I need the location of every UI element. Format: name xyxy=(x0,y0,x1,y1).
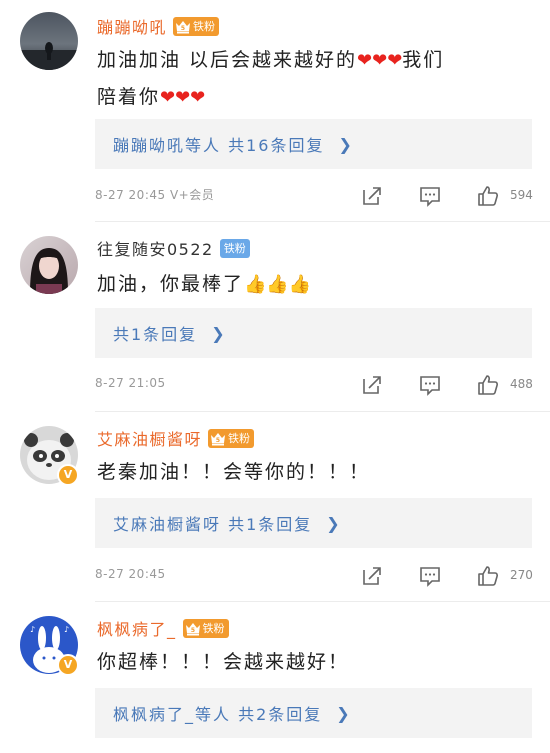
comment-text: 加油加油 以后会越来越好的❤❤❤我们 陪着你❤❤❤ xyxy=(97,42,517,116)
like-icon[interactable] xyxy=(476,373,500,397)
heart-emoji: ❤❤❤ xyxy=(357,50,403,71)
fan-badge: 5 铁粉 xyxy=(173,16,220,36)
share-icon[interactable] xyxy=(360,184,384,208)
like-icon[interactable] xyxy=(476,184,500,208)
replies-label: 蹦蹦呦吼等人 共16条回复 xyxy=(113,136,325,155)
svg-text:5: 5 xyxy=(216,437,220,444)
replies-label: 共1条回复 xyxy=(113,325,198,344)
thumbs-up-emoji: 👍👍👍 xyxy=(244,274,312,295)
like-count: 594 xyxy=(510,188,533,202)
username[interactable]: 往复随安0522 xyxy=(97,236,214,260)
comment-meta: 8-27 21:05 xyxy=(95,376,166,390)
comment-header: 枫枫病了_ 5 铁粉 xyxy=(97,614,229,642)
comment-text: 加油，你最棒了👍👍👍 xyxy=(97,266,517,303)
like-icon[interactable] xyxy=(476,564,500,588)
replies-label: 枫枫病了_等人 共2条回复 xyxy=(113,705,323,724)
comment-text: 老秦加油！！会等你的！！！ xyxy=(97,461,371,483)
like-count: 270 xyxy=(510,568,533,582)
comment-meta: 8-27 20:45 V+会员 xyxy=(95,188,215,202)
replies-link[interactable]: 蹦蹦呦吼等人 共16条回复 ❯ xyxy=(95,119,532,169)
divider xyxy=(95,601,550,602)
comment-header: 艾麻油橱酱呀 5 铁粉 xyxy=(97,424,255,452)
comment-text-part: 加油，你最棒了 xyxy=(97,273,245,295)
comment-actions: 594 xyxy=(360,184,540,208)
fan-badge: 5 铁粉 xyxy=(208,428,255,448)
comment-text-part: 我们 xyxy=(402,49,445,71)
comment-icon[interactable] xyxy=(418,564,442,588)
svg-text:5: 5 xyxy=(190,627,194,634)
chevron-right-icon: ❯ xyxy=(211,323,227,343)
crown-icon: 5 xyxy=(176,20,191,33)
username[interactable]: 枫枫病了_ xyxy=(97,616,177,640)
chevron-right-icon: ❯ xyxy=(326,513,342,533)
avatar[interactable] xyxy=(20,12,78,70)
svg-text:♪: ♪ xyxy=(64,625,69,634)
comment-text-part: 加油加油 以后会越来越好的 xyxy=(97,49,358,71)
replies-link[interactable]: 枫枫病了_等人 共2条回复 ❯ xyxy=(95,688,532,738)
fan-badge: 铁粉 xyxy=(219,238,250,258)
comment-text: 你超棒！！！会越来越好！ xyxy=(97,651,350,673)
replies-link[interactable]: 艾麻油橱酱呀 共1条回复 ❯ xyxy=(95,498,532,548)
verified-v-icon: V xyxy=(57,654,79,676)
replies-label: 艾麻油橱酱呀 共1条回复 xyxy=(113,515,313,534)
fan-badge: 5 铁粉 xyxy=(182,618,229,638)
fan-badge-label: 铁粉 xyxy=(202,622,225,635)
username[interactable]: 艾麻油橱酱呀 xyxy=(97,426,202,450)
avatar[interactable] xyxy=(20,236,78,294)
crown-icon: 5 xyxy=(211,432,226,445)
comment-text-part: 陪着你 xyxy=(97,86,161,108)
avatar-image xyxy=(30,248,68,294)
svg-text:♪: ♪ xyxy=(30,625,35,634)
share-icon[interactable] xyxy=(360,564,384,588)
crown-icon: 5 xyxy=(185,622,200,635)
fan-badge-label: 铁粉 xyxy=(193,20,216,33)
comment-icon[interactable] xyxy=(418,373,442,397)
divider xyxy=(95,221,550,222)
heart-emoji: ❤❤❤ xyxy=(160,87,206,108)
avatar-image xyxy=(20,42,78,70)
divider xyxy=(95,411,550,412)
fan-badge-label: 铁粉 xyxy=(223,242,246,255)
comment-actions: 488 xyxy=(360,373,540,397)
comment-meta: 8-27 20:45 xyxy=(95,567,166,581)
username[interactable]: 蹦蹦呦吼 xyxy=(97,14,167,38)
comment-actions: 270 xyxy=(360,564,540,588)
comment-header: 往复随安0522 铁粉 xyxy=(97,234,250,262)
like-count: 488 xyxy=(510,377,533,391)
comment-icon[interactable] xyxy=(418,184,442,208)
fan-badge-label: 铁粉 xyxy=(228,432,251,445)
chevron-right-icon: ❯ xyxy=(336,703,352,723)
comment-header: 蹦蹦呦吼 5 铁粉 xyxy=(97,12,220,40)
replies-link[interactable]: 共1条回复 ❯ xyxy=(95,308,532,358)
chevron-right-icon: ❯ xyxy=(338,134,354,154)
verified-v-icon: V xyxy=(57,464,79,486)
svg-text:5: 5 xyxy=(181,25,185,32)
share-icon[interactable] xyxy=(360,373,384,397)
